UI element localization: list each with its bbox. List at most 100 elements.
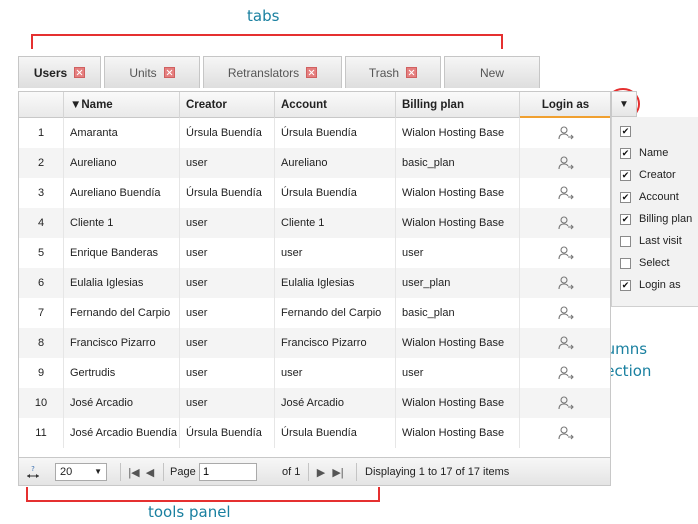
table-row[interactable]: 1 Amaranta Úrsula Buendía Úrsula Buendía Wia… — [19, 118, 610, 148]
column-option[interactable]: ✔ Billing plan — [620, 210, 692, 228]
login-as-user-icon[interactable] — [557, 395, 575, 411]
checkbox-unchecked[interactable] — [620, 235, 631, 247]
cell-account: Cliente 1 — [275, 208, 396, 238]
header-creator[interactable]: Creator — [180, 92, 275, 118]
table-row[interactable]: 6 Eulalia Iglesias user Eulalia Iglesias use… — [19, 268, 610, 298]
login-as-user-icon[interactable] — [557, 335, 575, 351]
header-billing-plan[interactable]: Billing plan — [396, 92, 520, 118]
cell-row-number: 5 — [19, 238, 64, 268]
column-selector-panel: ✔ ✔ Name ✔ Creator ✔ Account ✔ Billing plan Last … — [611, 117, 698, 307]
cell-name: Aureliano — [64, 148, 180, 178]
tab-trash[interactable]: Trash — [345, 56, 441, 88]
cell-row-number: 2 — [19, 148, 64, 178]
column-option[interactable]: ✔ Name — [620, 144, 668, 162]
column-option-label: Account — [639, 191, 679, 203]
table-row[interactable]: 4 Cliente 1 user Cliente 1 Wialon Hosting Ba… — [19, 208, 610, 238]
column-option[interactable]: ✔ — [620, 122, 639, 140]
login-as-user-icon[interactable] — [557, 425, 575, 441]
table-row[interactable]: 9 Gertrudis user user user — [19, 358, 610, 388]
cell-billing-plan: Wialon Hosting Base — [396, 388, 520, 418]
column-option[interactable]: Last visit — [620, 232, 682, 250]
close-icon[interactable] — [306, 67, 318, 78]
cell-billing-plan: basic_plan — [396, 148, 520, 178]
cell-billing-plan: Wialon Hosting Base — [396, 328, 520, 358]
table-row[interactable]: 2 Aureliano user Aureliano basic_plan — [19, 148, 610, 178]
header-name[interactable]: ▼Name — [64, 92, 180, 118]
cell-name: Aureliano Buendía — [64, 178, 180, 208]
column-option-label: Select — [639, 257, 670, 269]
cell-row-number: 6 — [19, 268, 64, 298]
table-row[interactable]: 11 José Arcadio Buendía Úrsula Buendía Úrsu… — [19, 418, 610, 448]
cell-row-number: 3 — [19, 178, 64, 208]
login-as-user-icon[interactable] — [557, 305, 575, 321]
close-icon[interactable] — [74, 67, 86, 78]
login-as-user-icon[interactable] — [557, 125, 575, 141]
tab-users[interactable]: Users — [18, 56, 101, 88]
checkbox-checked[interactable]: ✔ — [620, 147, 631, 159]
column-option[interactable]: ✔ Creator — [620, 166, 676, 184]
table-row[interactable]: 10 José Arcadio user José Arcadio Wialon Hos… — [19, 388, 610, 418]
column-option-label: Billing plan — [639, 213, 693, 225]
cell-login-as — [520, 358, 610, 388]
tab-retranslators[interactable]: Retranslators — [203, 56, 342, 88]
login-as-user-icon[interactable] — [557, 155, 575, 171]
column-option-label: Login as — [639, 279, 681, 291]
table-row[interactable]: 3 Aureliano Buendía Úrsula Buendía Úrsula B… — [19, 178, 610, 208]
cell-creator: user — [180, 148, 275, 178]
of-pages-label: of 1 — [282, 466, 301, 478]
cell-login-as — [520, 148, 610, 178]
close-icon[interactable] — [163, 67, 175, 78]
table-row[interactable]: 7 Fernando del Carpio user Fernando del Car… — [19, 298, 610, 328]
cell-login-as — [520, 418, 610, 448]
column-option[interactable]: ✔ Login as — [620, 276, 681, 294]
column-option[interactable]: ✔ Account — [620, 188, 679, 206]
page-number-field[interactable] — [199, 458, 257, 485]
tab-units[interactable]: Units — [104, 56, 200, 88]
users-grid: ▼Name Creator Account Billing plan Login… — [18, 91, 611, 486]
cell-creator: user — [180, 208, 275, 238]
tab-new-label: New — [479, 65, 504, 80]
tab-retranslators-label: Retranslators — [227, 65, 300, 80]
cell-creator: user — [180, 298, 275, 328]
display-info: Displaying 1 to 17 of 17 items — [365, 466, 510, 478]
login-as-user-icon[interactable] — [557, 215, 575, 231]
cell-name: Eulalia Iglesias — [64, 268, 180, 298]
column-option[interactable]: Select — [620, 254, 670, 272]
checkbox-checked[interactable]: ✔ — [620, 169, 631, 181]
resize-columns-icon[interactable]: ? — [25, 458, 41, 485]
header-login-as[interactable]: Login as — [520, 92, 610, 118]
prev-page-icon[interactable]: ◀ — [143, 458, 157, 485]
last-page-icon[interactable]: ▶| — [330, 458, 346, 485]
cell-row-number: 8 — [19, 328, 64, 358]
column-option-label: Creator — [639, 169, 676, 181]
login-as-user-icon[interactable] — [557, 275, 575, 291]
cell-row-number: 4 — [19, 208, 64, 238]
cell-account: Úrsula Buendía — [275, 418, 396, 448]
close-icon[interactable] — [406, 67, 418, 78]
page-size-select[interactable]: 20 ▼ — [55, 458, 115, 485]
table-row[interactable]: 8 Francisco Pizarro user Francisco Pizarro W… — [19, 328, 610, 358]
checkbox-checked[interactable]: ✔ — [620, 279, 631, 291]
separator — [356, 463, 357, 481]
first-page-icon[interactable]: |◀ — [126, 458, 142, 485]
cell-creator: user — [180, 388, 275, 418]
cell-name: Cliente 1 — [64, 208, 180, 238]
column-selector-button[interactable]: ▼ — [611, 91, 637, 117]
checkbox-checked[interactable]: ✔ — [620, 125, 631, 137]
page-number-input[interactable] — [199, 463, 257, 481]
login-as-user-icon[interactable] — [557, 245, 575, 261]
cell-creator: Úrsula Buendía — [180, 178, 275, 208]
login-as-user-icon[interactable] — [557, 365, 575, 381]
checkbox-unchecked[interactable] — [620, 257, 631, 269]
checkbox-checked[interactable]: ✔ — [620, 213, 631, 225]
tab-new[interactable]: New — [444, 56, 540, 88]
header-account[interactable]: Account — [275, 92, 396, 118]
table-row[interactable]: 5 Enrique Banderas user user user — [19, 238, 610, 268]
login-as-user-icon[interactable] — [557, 185, 575, 201]
separator — [120, 463, 121, 481]
cell-row-number: 10 — [19, 388, 64, 418]
checkbox-checked[interactable]: ✔ — [620, 191, 631, 203]
next-page-icon[interactable]: ▶ — [314, 458, 328, 485]
cell-account: Francisco Pizarro — [275, 328, 396, 358]
cell-account: Eulalia Iglesias — [275, 268, 396, 298]
